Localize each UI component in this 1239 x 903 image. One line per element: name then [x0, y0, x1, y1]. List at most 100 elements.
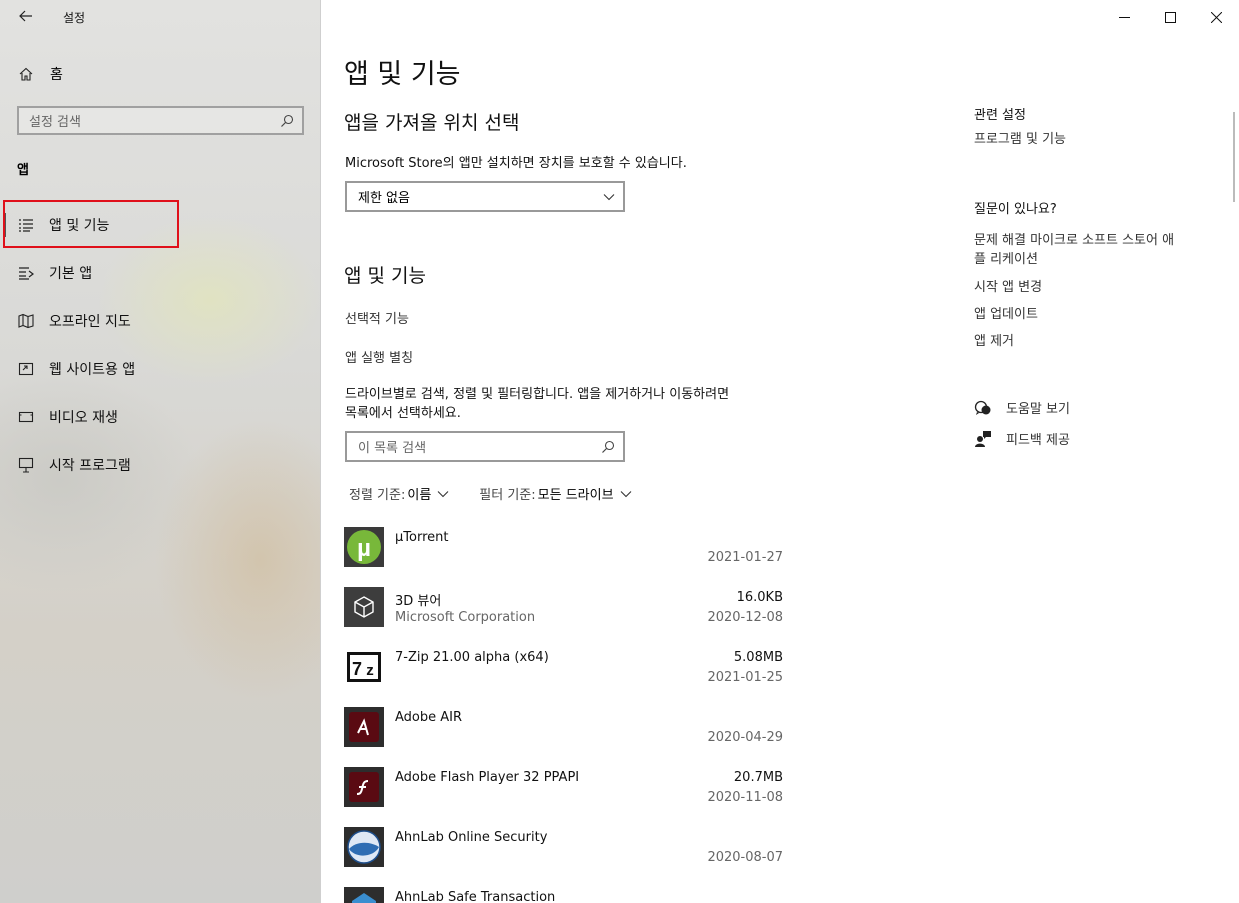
sort-label: 정렬 기준:: [349, 488, 406, 503]
apps-search-placeholder: 이 목록 검색: [358, 441, 427, 456]
maximize-button[interactable]: [1147, 0, 1193, 34]
sidebar-item-label: 오프라인 지도: [49, 314, 131, 330]
sort-filter-row: 정렬 기준: 이름 필터 기준: 모든 드라이브: [349, 484, 632, 503]
app-name: Adobe AIR: [395, 710, 463, 725]
minimize-icon: [1118, 16, 1130, 18]
app-list-item-ahnlab-safe[interactable]: AhnLab Safe Transaction: [344, 881, 784, 903]
video-playback-icon: [18, 411, 34, 423]
app-updates-link[interactable]: 앱 업데이트: [974, 305, 1038, 324]
sidebar-item-startup[interactable]: 시작 프로그램: [0, 445, 321, 485]
section-header-apps: 앱: [17, 163, 29, 178]
apps-for-websites-icon: [18, 362, 34, 376]
home-icon: [19, 67, 33, 81]
app-name: Adobe Flash Player 32 PPAPI: [395, 770, 580, 785]
filter-label: 필터 기준:: [479, 488, 536, 503]
sidebar: 설정 홈 설정 검색 앱 앱 및 기능 기본 앱 오프라인 지도 웹 사이트용 …: [0, 0, 321, 903]
main-content: 앱 및 기능 앱을 가져올 위치 선택 Microsoft Store의 앱만 …: [321, 0, 1239, 903]
utorrent-icon: µ: [344, 527, 384, 567]
home-nav-item[interactable]: 홈: [0, 60, 321, 88]
app-list-item-7zip[interactable]: 7z 7-Zip 21.00 alpha (x64) 5.08MB 2021-0…: [344, 641, 784, 701]
apps-search-input[interactable]: 이 목록 검색: [345, 431, 625, 462]
install-source-heading: 앱을 가져올 위치 선택: [344, 112, 520, 134]
change-startup-apps-link[interactable]: 시작 앱 변경: [974, 278, 1042, 297]
close-icon: [1210, 11, 1222, 23]
troubleshoot-store-link[interactable]: 문제 해결 마이크로 소프트 스토어 애 플 리케이션: [974, 231, 1174, 269]
troubleshoot-link-line2: 플 리케이션: [974, 252, 1038, 267]
install-source-dropdown[interactable]: 제한 없음: [345, 181, 625, 212]
search-icon: [281, 114, 294, 127]
app-execution-aliases-link[interactable]: 앱 실행 별칭: [345, 347, 413, 366]
app-list-item-adobe-flash[interactable]: Adobe Flash Player 32 PPAPI 20.7MB 2020-…: [344, 761, 784, 821]
ahnlab-safe-icon: [344, 887, 384, 903]
home-label: 홈: [50, 67, 63, 83]
app-name: 7-Zip 21.00 alpha (x64): [395, 650, 549, 665]
minimize-button[interactable]: [1101, 0, 1147, 34]
adobe-air-icon: [344, 707, 384, 747]
settings-search-placeholder: 설정 검색: [29, 115, 81, 130]
install-source-value: 제한 없음: [358, 191, 410, 206]
back-arrow-icon: [19, 10, 32, 22]
sidebar-item-label: 기본 앱: [49, 266, 93, 282]
sidebar-item-label: 웹 사이트용 앱: [49, 362, 136, 378]
filter-dropdown[interactable]: 모든 드라이브: [538, 484, 614, 503]
svg-text:7: 7: [352, 659, 362, 679]
app-date: 2020-12-08: [707, 610, 783, 625]
uninstall-apps-link[interactable]: 앱 제거: [974, 332, 1014, 351]
back-button[interactable]: [12, 4, 40, 28]
default-apps-icon: [19, 267, 34, 280]
sidebar-item-label: 비디오 재생: [49, 410, 118, 426]
highlight-annotation: [3, 200, 179, 248]
help-chat-icon: [974, 400, 991, 415]
app-date: 2020-04-29: [707, 730, 783, 745]
get-help-label: 도움말 보기: [1006, 402, 1070, 417]
app-list-item-utorrent[interactable]: µ µTorrent 2021-01-27: [344, 521, 784, 581]
app-date: 2020-11-08: [707, 790, 783, 805]
app-name: µTorrent: [395, 530, 449, 545]
apps-list-description-line1: 드라이브별로 검색, 정렬 및 필터링합니다. 앱을 제거하거나 이동하려면: [345, 387, 730, 402]
chevron-down-icon: [603, 193, 615, 200]
page-title: 앱 및 기능: [344, 59, 461, 90]
app-list-item-ahnlab[interactable]: AhnLab Online Security 2020-08-07: [344, 821, 784, 881]
app-size: 20.7MB: [733, 770, 783, 785]
give-feedback-link[interactable]: 피드백 제공: [974, 429, 1070, 448]
troubleshoot-link-line1: 문제 해결 마이크로 소프트 스토어 애: [974, 233, 1175, 248]
3d-viewer-icon: [344, 587, 384, 627]
app-size: 16.0KB: [736, 590, 783, 605]
app-name: AhnLab Online Security: [395, 830, 548, 845]
offline-maps-icon: [18, 313, 34, 329]
settings-search-input[interactable]: 설정 검색: [17, 106, 304, 135]
app-name: 3D 뷰어: [395, 594, 442, 609]
sidebar-item-offline-maps[interactable]: 오프라인 지도: [0, 301, 321, 341]
search-icon: [602, 440, 615, 453]
sidebar-item-apps-for-websites[interactable]: 웹 사이트용 앱: [0, 349, 321, 389]
startup-icon: [18, 457, 34, 473]
svg-text:µ: µ: [357, 535, 371, 562]
app-size: 5.08MB: [733, 650, 783, 665]
scrollbar-thumb[interactable]: [1233, 112, 1235, 202]
maximize-icon: [1164, 11, 1176, 23]
app-list-item-adobe-air[interactable]: Adobe AIR 2020-04-29: [344, 701, 784, 761]
get-help-link[interactable]: 도움말 보기: [974, 398, 1070, 417]
app-date: 2020-08-07: [707, 850, 783, 865]
chevron-down-icon: [620, 490, 631, 497]
ahnlab-icon: [344, 827, 384, 867]
app-name: AhnLab Safe Transaction: [395, 890, 556, 903]
related-settings-heading: 관련 설정: [974, 108, 1026, 123]
sidebar-item-default-apps[interactable]: 기본 앱: [0, 253, 321, 293]
app-list-item-3d-viewer[interactable]: 3D 뷰어 Microsoft Corporation 16.0KB 2020-…: [344, 581, 784, 641]
feedback-person-icon: [975, 430, 991, 447]
apps-list-description: 드라이브별로 검색, 정렬 및 필터링합니다. 앱을 제거하거나 이동하려면 목…: [345, 385, 729, 423]
question-heading: 질문이 있나요?: [974, 202, 1057, 217]
install-source-description: Microsoft Store의 앱만 설치하면 장치를 보호할 수 있습니다.: [345, 156, 687, 171]
sidebar-item-label: 시작 프로그램: [49, 458, 131, 474]
sidebar-item-video-playback[interactable]: 비디오 재생: [0, 397, 321, 437]
close-button[interactable]: [1193, 0, 1239, 34]
window-title: 설정: [63, 11, 86, 25]
programs-features-link[interactable]: 프로그램 및 기능: [974, 130, 1066, 149]
app-date: 2021-01-27: [707, 550, 783, 565]
7zip-icon: 7z: [344, 647, 384, 687]
app-date: 2021-01-25: [707, 670, 783, 685]
sort-dropdown[interactable]: 이름: [407, 484, 431, 503]
optional-features-link[interactable]: 선택적 기능: [345, 308, 409, 327]
apps-features-heading: 앱 및 기능: [344, 265, 426, 287]
